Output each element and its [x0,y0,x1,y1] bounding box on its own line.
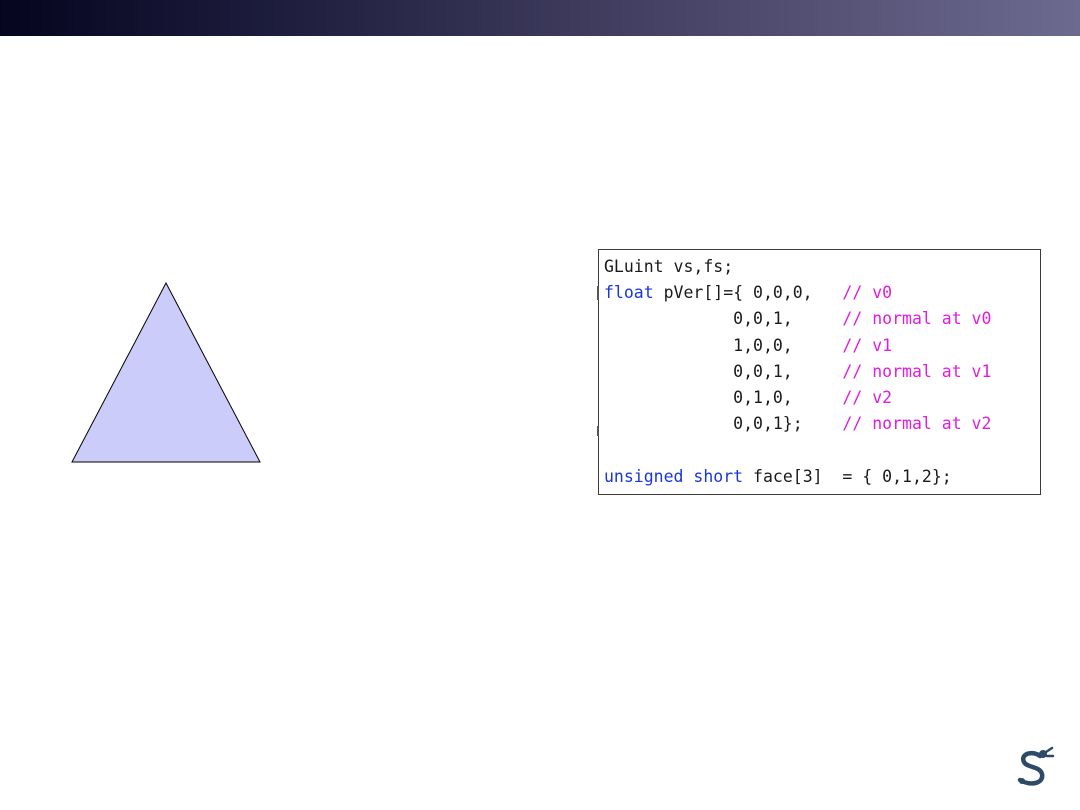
code-token-plain: 0,0,1}; [604,414,843,434]
code-token-comment: // normal at v2 [842,414,992,434]
triangle-figure [71,282,261,463]
code-token-plain: 1,0,0, [604,335,843,355]
code-line: 0,0,1, // normal at v0 [604,306,991,332]
code-token-plain: face[3] = { 0,1,2}; [743,466,952,486]
code-line: 1,0,0, // v1 [604,333,991,359]
edit-marker [597,286,599,300]
title-bar [0,0,1080,36]
code-token-comment: // v2 [842,387,893,407]
code-line: 0,0,1, // normal at v1 [604,359,991,385]
triangle-shape [71,282,261,463]
code-token-comment: // normal at v0 [842,309,992,329]
code-line: 0,1,0, // v2 [604,385,991,411]
code-snippet-box: GLuint vs,fs; float pVer[]={ 0,0,0, // v0… [597,249,1041,495]
robot-arm-logo-icon [1017,746,1055,786]
code-token-comment: // v1 [842,335,893,355]
code-line: GLuint vs,fs; [604,254,991,280]
code-token-plain: pVer[]={ 0,0,0, [653,283,843,303]
code-line: float pVer[]={ 0,0,0, // v0 [604,280,991,306]
code-token-plain: 0,0,1, [604,361,843,381]
code-token-comment: // v0 [842,283,893,303]
code-token-plain: 0,0,1, [604,309,843,329]
code-token-plain: 0,1,0, [604,387,843,407]
code-token-type: unsigned [604,466,684,486]
code-listing: GLuint vs,fs; float pVer[]={ 0,0,0, // v0… [604,254,991,490]
code-line: 0,0,1}; // normal at v2 [604,411,991,437]
edit-marker [597,426,599,436]
code-token-plain: GLuint vs,fs; [604,257,734,276]
code-token-type: float [604,283,654,303]
code-line: unsigned short face[3] = { 0,1,2}; [604,464,991,490]
code-token-comment: // normal at v1 [842,361,992,381]
code-token-type: short [693,466,744,486]
